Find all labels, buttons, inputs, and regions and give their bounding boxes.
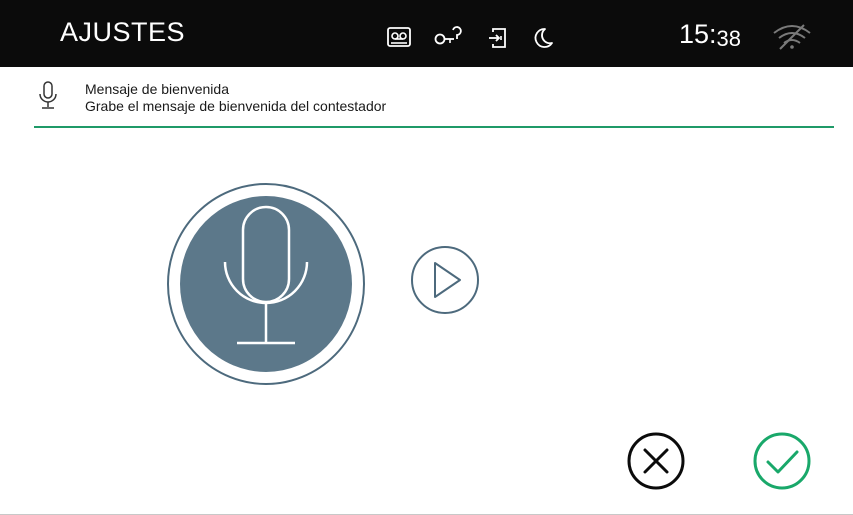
play-button[interactable] <box>410 245 480 320</box>
door-exit-icon <box>489 28 506 48</box>
play-icon <box>411 246 479 314</box>
moon-icon <box>534 28 553 48</box>
key-icon <box>434 26 462 45</box>
cancel-button[interactable] <box>626 431 686 496</box>
voicemail-icon <box>387 27 411 47</box>
clock: 15:38 <box>679 19 742 51</box>
microphone-icon <box>167 183 365 385</box>
record-button[interactable] <box>166 182 366 391</box>
header-divider <box>34 126 834 128</box>
top-status-bar: AJUSTES 15:38 <box>0 0 853 67</box>
clock-hours: 15: <box>679 19 717 49</box>
page-title: AJUSTES <box>60 17 186 47</box>
confirm-icon <box>753 432 811 490</box>
cancel-icon <box>627 432 685 490</box>
wifi-off-icon <box>773 24 811 50</box>
section-description: Grabe el mensaje de bienvenida del conte… <box>85 98 387 114</box>
confirm-button[interactable] <box>752 431 812 496</box>
microphone-icon <box>39 81 57 109</box>
section-title: Mensaje de bienvenida <box>85 81 229 97</box>
clock-minutes: 38 <box>716 26 742 51</box>
